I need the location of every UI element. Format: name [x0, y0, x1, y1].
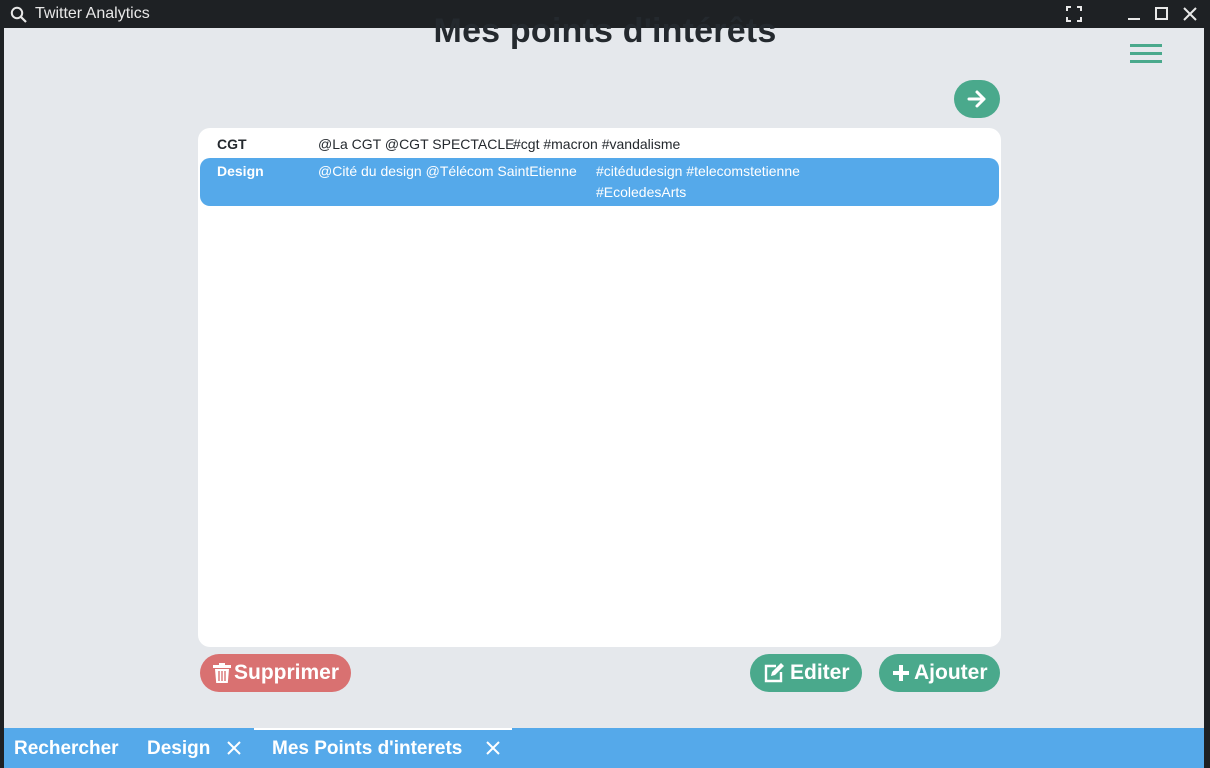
edit-label: Editer — [790, 661, 850, 684]
delete-button[interactable]: Supprimer — [200, 654, 351, 692]
tab-rechercher[interactable]: Rechercher — [4, 728, 144, 768]
item-name: CGT — [217, 136, 247, 152]
hamburger-menu-icon[interactable] — [1130, 44, 1162, 64]
list-item-design[interactable]: Design @Cité du design @Télécom SaintEti… — [200, 158, 999, 206]
close-icon[interactable] — [227, 741, 241, 755]
tab-label: Rechercher — [14, 738, 119, 759]
arrow-right-icon — [967, 90, 986, 108]
bottom-tab-bar: Rechercher Design Mes Points d'interets — [4, 728, 1204, 768]
tab-label: Mes Points d'interets — [272, 738, 463, 759]
add-button[interactable]: Ajouter — [879, 654, 1000, 692]
tab-label: Design — [147, 738, 211, 759]
delete-label: Supprimer — [234, 661, 340, 684]
item-hashtags: #cgt #macron #vandalisme — [513, 136, 681, 152]
list-item-cgt[interactable]: CGT @La CGT @CGT SPECTACLE #cgt #macron … — [200, 133, 999, 157]
trash-icon — [213, 663, 231, 683]
item-name: Design — [217, 163, 264, 179]
points-of-interest-list: CGT @La CGT @CGT SPECTACLE #cgt #macron … — [198, 128, 1001, 647]
plus-icon — [893, 665, 909, 681]
add-label: Ajouter — [914, 661, 988, 684]
item-hashtags: #citédudesign #telecomstetienne #Ecolede… — [596, 163, 800, 200]
next-button[interactable] — [954, 80, 1000, 118]
item-mentions: @La CGT @CGT SPECTACLE — [318, 136, 515, 152]
edit-icon — [764, 663, 784, 683]
tab-mes-points-d-interets[interactable]: Mes Points d'interets — [254, 728, 512, 768]
item-mentions: @Cité du design @Télécom SaintEtienne — [318, 163, 577, 179]
close-icon[interactable] — [486, 741, 500, 755]
page-title: Mes points d'intérêts — [433, 12, 777, 50]
tab-design[interactable]: Design — [144, 728, 254, 768]
edit-button[interactable]: Editer — [750, 654, 862, 692]
